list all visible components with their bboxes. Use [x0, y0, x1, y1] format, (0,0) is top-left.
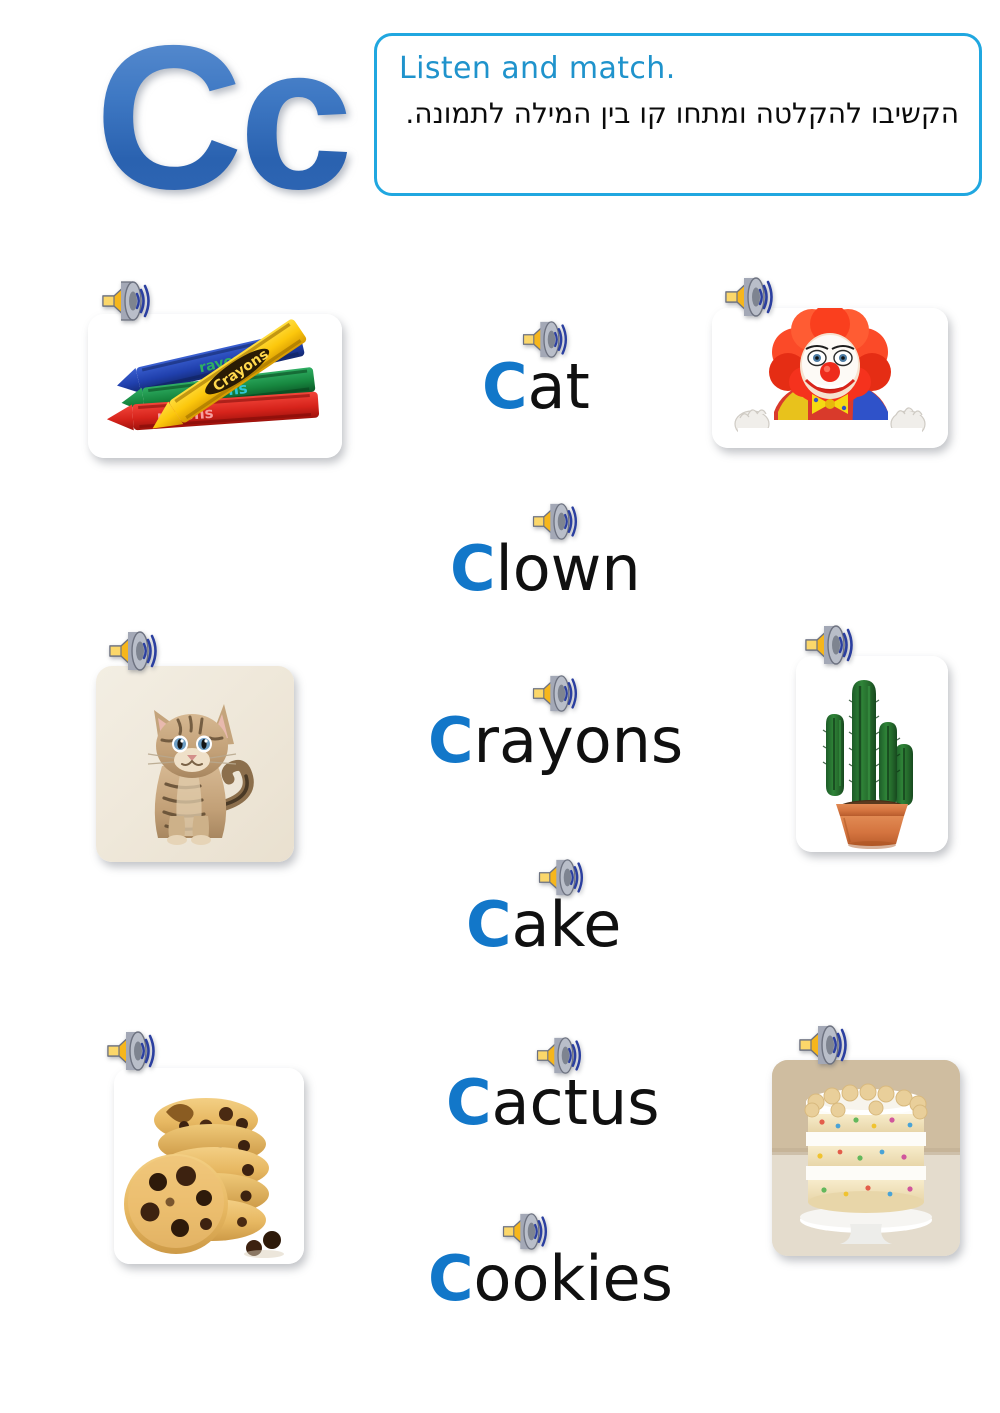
word-initial: C	[428, 1242, 474, 1315]
word-item-cactus[interactable]: Cactus	[424, 1034, 734, 1144]
word-label-cookies: Cookies	[428, 1248, 673, 1310]
picture-card-cookies[interactable]	[96, 1028, 326, 1288]
card-image-cactus	[796, 656, 948, 852]
instruction-english: Listen and match.	[399, 51, 676, 86]
picture-card-crayons[interactable]: rayons rayons rayons	[82, 278, 352, 498]
word-label-cactus: Cactus	[446, 1072, 660, 1134]
speaker-icon[interactable]	[800, 622, 856, 668]
word-label-crayons: Crayons	[428, 710, 683, 772]
card-image-crayons: rayons rayons rayons	[88, 314, 342, 458]
speaker-icon[interactable]	[532, 1034, 584, 1077]
speaker-icon[interactable]	[720, 274, 776, 320]
speaker-icon[interactable]	[102, 1028, 158, 1074]
card-image-cake	[772, 1060, 960, 1256]
picture-card-cat[interactable]	[88, 628, 318, 878]
picture-card-cactus[interactable]	[790, 622, 990, 882]
word-item-cake[interactable]: Cake	[430, 856, 730, 966]
letter-cc-text: Cc	[95, 2, 353, 232]
word-item-cat[interactable]: Cat	[430, 318, 730, 428]
card-image-cat	[96, 666, 294, 862]
word-initial: C	[466, 888, 512, 961]
speaker-icon[interactable]	[104, 628, 160, 674]
speaker-icon[interactable]	[498, 1210, 550, 1253]
instruction-hebrew: הקשיבו להקלטה ומתחו קו בין המילה לתמונה.	[405, 96, 959, 130]
worksheet-header: Cc Listen and match. הקשיבו להקלטה ומתחו…	[0, 0, 1000, 235]
word-item-clown[interactable]: Clown	[430, 500, 730, 610]
picture-card-clown[interactable]	[706, 274, 956, 494]
word-initial: C	[450, 532, 496, 605]
word-label-clown: Clown	[450, 538, 641, 600]
card-image-cookies	[114, 1068, 304, 1264]
letter-heading: Cc	[95, 2, 357, 232]
speaker-icon[interactable]	[534, 856, 586, 899]
speaker-icon[interactable]	[794, 1022, 850, 1068]
word-initial: C	[428, 704, 474, 777]
word-label-cake: Cake	[466, 894, 621, 956]
speaker-icon[interactable]	[528, 672, 580, 715]
word-initial: C	[446, 1066, 492, 1139]
instruction-box: Listen and match. הקשיבו להקלטה ומתחו קו…	[374, 33, 982, 196]
card-image-clown	[712, 308, 948, 448]
picture-card-cake[interactable]	[770, 1022, 990, 1284]
speaker-icon[interactable]	[518, 318, 570, 361]
word-item-cookies[interactable]: Cookies	[418, 1210, 738, 1320]
speaker-icon[interactable]	[97, 278, 153, 324]
word-item-crayons[interactable]: Crayons	[418, 672, 738, 782]
word-label-cat: Cat	[482, 356, 590, 418]
speaker-icon[interactable]	[528, 500, 580, 543]
